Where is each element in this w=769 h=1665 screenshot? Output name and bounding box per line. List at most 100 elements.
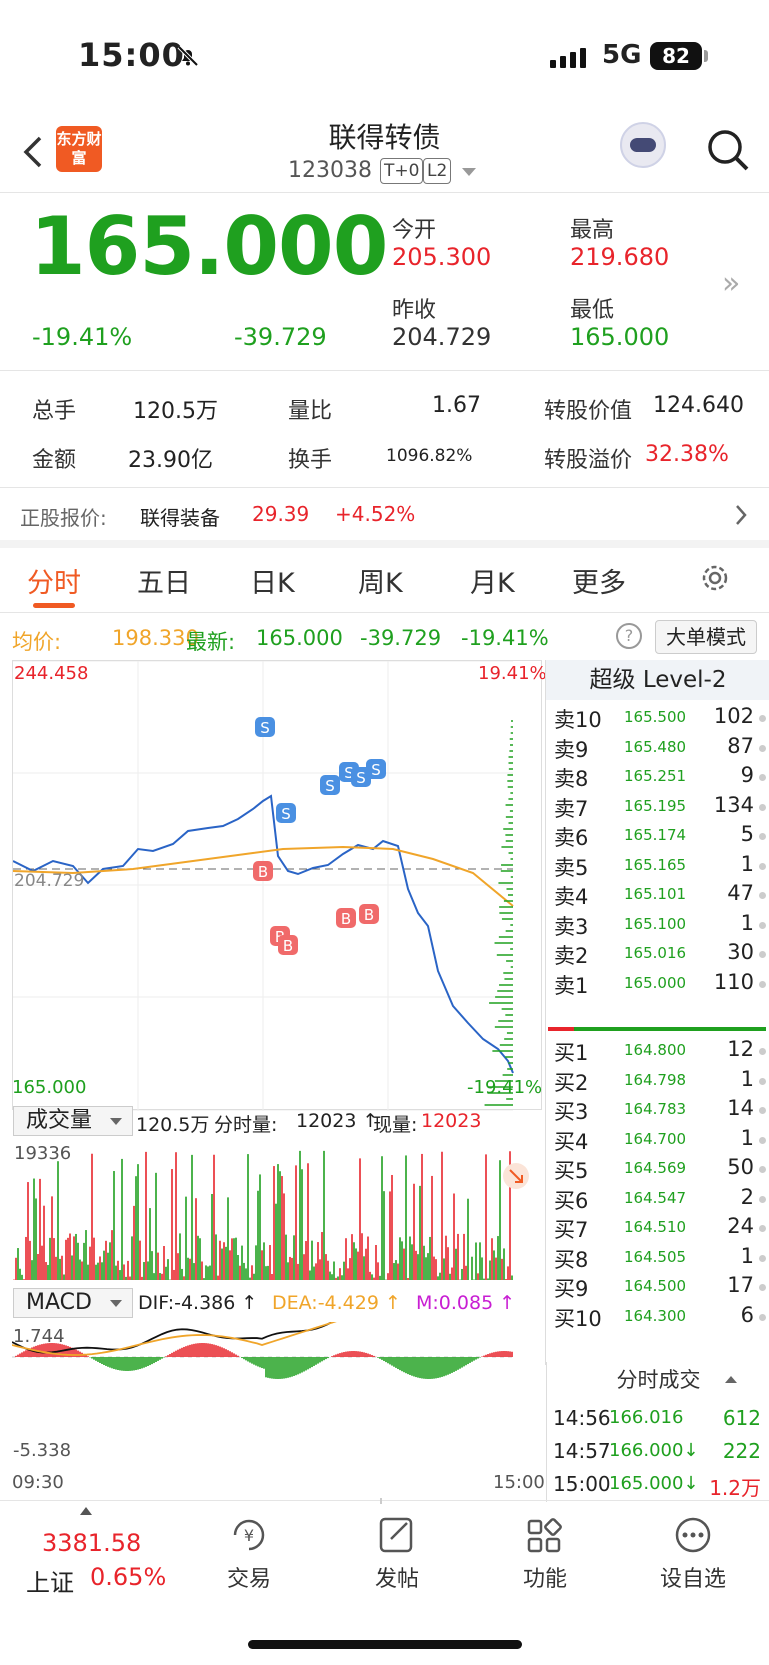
high-label: 最高 xyxy=(570,212,614,244)
change-value: -39.729 xyxy=(234,323,327,351)
svg-text:S: S xyxy=(260,719,270,737)
edit-icon xyxy=(375,1515,419,1555)
bid-row[interactable]: 买8 164.505 1 xyxy=(554,1244,766,1274)
bid-qty: 50 xyxy=(727,1155,754,1179)
bid-row[interactable]: 买10 164.300 6 xyxy=(554,1303,766,1333)
ask-row[interactable]: 卖8 165.251 9 xyxy=(554,763,766,793)
volume-indicator-select[interactable]: 成交量 xyxy=(13,1106,133,1136)
avg-label: 均价: xyxy=(12,626,61,656)
underlying-price: 29.39 xyxy=(252,502,309,526)
add-watchlist-button[interactable]: 设自选 xyxy=(638,1515,748,1593)
tab-weekly-k[interactable]: 周K xyxy=(358,561,403,600)
ask-qty: 1 xyxy=(741,911,754,935)
bid-row[interactable]: 买4 164.700 1 xyxy=(554,1126,766,1156)
intraday-chart[interactable]: SSSSSSBBBBB xyxy=(12,660,542,1110)
macd-chart[interactable] xyxy=(12,1322,542,1467)
ask-row[interactable]: 卖1 165.000 110 xyxy=(554,970,766,1000)
functions-label: 功能 xyxy=(490,1561,600,1593)
svg-text:B: B xyxy=(364,906,374,924)
trade-row: 14:57 166.000↓ 222 xyxy=(553,1439,765,1463)
bid-qty: 17 xyxy=(727,1273,754,1297)
gear-icon[interactable] xyxy=(698,561,732,595)
more-dots-icon xyxy=(671,1515,715,1555)
bid-price: 164.510 xyxy=(624,1218,686,1236)
last-label: 最新: xyxy=(186,626,235,656)
bid-price: 164.505 xyxy=(624,1248,686,1266)
trades-panel[interactable]: 分时成交 14:56 166.016 612 14:57 166.000↓ 222 15:0… xyxy=(546,1362,769,1502)
ask-qty: 87 xyxy=(727,734,754,758)
trade-row: 14:56 166.016 612 xyxy=(553,1406,765,1430)
ask-row[interactable]: 卖4 165.101 47 xyxy=(554,881,766,911)
ask-qty: 102 xyxy=(714,704,754,728)
ask-level: 卖10 xyxy=(554,704,602,734)
help-icon[interactable]: ? xyxy=(616,623,642,649)
trade-icon: ¥ xyxy=(227,1515,271,1555)
assistant-robot-icon[interactable] xyxy=(620,122,666,168)
underlying-row[interactable]: 正股报价: 联得装备 29.39 +4.52% xyxy=(0,488,769,540)
chart-ymax: 244.458 xyxy=(14,663,88,684)
ask-row[interactable]: 卖7 165.195 134 xyxy=(554,793,766,823)
functions-button[interactable]: 功能 xyxy=(490,1515,600,1593)
post-button[interactable]: 发帖 xyxy=(342,1515,452,1593)
ask-qty: 134 xyxy=(714,793,754,817)
tab-five-day[interactable]: 五日 xyxy=(137,561,191,600)
bid-level: 买5 xyxy=(554,1155,588,1185)
chevron-down-icon[interactable] xyxy=(462,168,476,176)
period-tabs: 分时 五日 日K 周K 月K 更多 xyxy=(0,545,769,615)
bid-row[interactable]: 买7 164.510 24 xyxy=(554,1214,766,1244)
ask-row[interactable]: 卖10 165.500 102 xyxy=(554,704,766,734)
trade-button[interactable]: ¥ 交易 xyxy=(194,1515,304,1593)
tab-daily-k[interactable]: 日K xyxy=(250,561,295,600)
ask-row[interactable]: 卖3 165.100 1 xyxy=(554,911,766,941)
ask-row[interactable]: 卖2 165.016 30 xyxy=(554,940,766,970)
ask-row[interactable]: 卖5 165.165 1 xyxy=(554,852,766,882)
bid-row[interactable]: 买3 164.783 14 xyxy=(554,1096,766,1126)
bid-row[interactable]: 买2 164.798 1 xyxy=(554,1067,766,1097)
bid-price: 164.300 xyxy=(624,1307,686,1325)
ask-level: 卖3 xyxy=(554,911,588,941)
caret-up-icon xyxy=(80,1507,92,1515)
macd-indicator-select[interactable]: MACD xyxy=(13,1288,133,1318)
conv-value: 124.640 xyxy=(653,393,744,418)
bell-muted-icon xyxy=(176,44,200,68)
expand-chevron-icon[interactable]: » xyxy=(722,266,740,301)
tab-more[interactable]: 更多 xyxy=(572,561,626,600)
ask-row[interactable]: 卖6 165.174 5 xyxy=(554,822,766,852)
t0-badge: T+0 xyxy=(380,158,423,184)
vol-ratio-value: 1.67 xyxy=(432,393,481,418)
ask-price: 165.500 xyxy=(624,708,686,726)
bid-level: 买8 xyxy=(554,1244,588,1274)
bid-row[interactable]: 买9 164.500 17 xyxy=(554,1273,766,1303)
current-vol-value: 12023 xyxy=(421,1110,481,1132)
bid-row[interactable]: 买6 164.547 2 xyxy=(554,1185,766,1215)
home-indicator[interactable] xyxy=(248,1640,522,1649)
ask-row[interactable]: 卖9 165.480 87 xyxy=(554,734,766,764)
trade-label: 交易 xyxy=(194,1561,304,1593)
bid-row[interactable]: 买1 164.800 12 xyxy=(554,1037,766,1067)
index-value[interactable]: 3381.58 xyxy=(42,1529,141,1557)
macd-m: M:0.085 ↑ xyxy=(416,1292,515,1314)
ask-level: 卖7 xyxy=(554,793,588,823)
bid-level: 买1 xyxy=(554,1037,588,1067)
bid-price: 164.547 xyxy=(624,1189,686,1207)
bid-qty: 12 xyxy=(727,1037,754,1061)
level2-orderbook: 超级 Level-2 卖10 165.500 102 卖9 165.480 87 卖8 165… xyxy=(545,660,769,1365)
chevron-up-icon[interactable] xyxy=(725,1376,737,1383)
volume-label: 总手 xyxy=(32,393,76,425)
svg-text:S: S xyxy=(325,777,335,795)
chevron-right-icon xyxy=(734,504,748,526)
volume-chart[interactable] xyxy=(12,1140,542,1280)
tab-monthly-k[interactable]: 月K xyxy=(470,561,515,600)
post-label: 发帖 xyxy=(342,1561,452,1593)
last-value: 165.000 xyxy=(256,626,343,650)
expand-icon[interactable] xyxy=(502,1162,530,1190)
bid-row[interactable]: 买5 164.569 50 xyxy=(554,1155,766,1185)
open-value: 205.300 xyxy=(392,243,491,271)
large-order-mode-button[interactable]: 大单模式 xyxy=(655,620,757,654)
trade-qty: 222 xyxy=(723,1439,761,1463)
tab-intraday[interactable]: 分时 xyxy=(27,561,81,600)
bid-level: 买9 xyxy=(554,1273,588,1303)
search-icon[interactable] xyxy=(704,126,752,174)
chart-pct-top: 19.41% xyxy=(478,663,547,684)
amount-label: 金额 xyxy=(32,442,76,474)
